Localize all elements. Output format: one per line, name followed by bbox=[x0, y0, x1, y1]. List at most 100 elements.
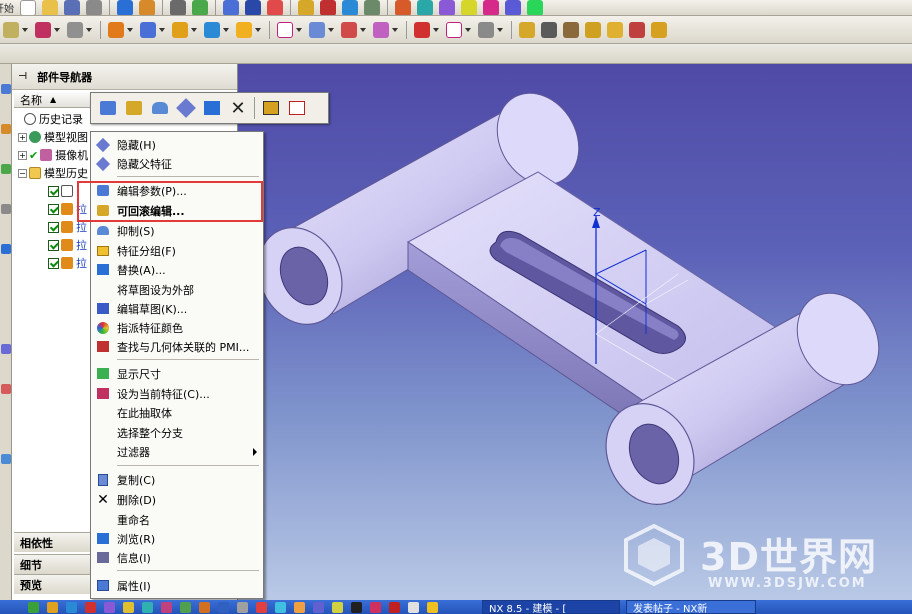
chevron-down-icon[interactable] bbox=[433, 27, 439, 32]
tree-item-cameras[interactable]: + ✔ 摄像机 bbox=[18, 146, 88, 164]
tree-item-history[interactable]: 历史记录 bbox=[24, 110, 83, 128]
tree-item-model-history[interactable]: − 模型历史 bbox=[18, 164, 88, 182]
quick-launch-icon[interactable] bbox=[47, 601, 58, 613]
menu-item-edit-sketch[interactable]: 编辑草图(K)... bbox=[91, 299, 263, 318]
quick-launch-icon[interactable] bbox=[427, 601, 438, 613]
quick-launch-icon[interactable] bbox=[256, 601, 267, 613]
checkbox[interactable] bbox=[48, 221, 59, 233]
edit-params-icon[interactable] bbox=[97, 97, 119, 119]
menu-item-replace[interactable]: 替换(A)... bbox=[91, 260, 263, 279]
hole-icon[interactable] bbox=[140, 21, 156, 38]
new-file-icon[interactable] bbox=[20, 0, 36, 15]
menu-item-copy[interactable]: 复制(C) bbox=[91, 470, 263, 489]
wave-icon[interactable] bbox=[651, 21, 667, 38]
resource-tab-icon[interactable] bbox=[1, 124, 11, 134]
quick-launch-icon[interactable] bbox=[408, 601, 419, 613]
chevron-down-icon[interactable] bbox=[360, 27, 366, 32]
menu-item-suppress[interactable]: 抑制(S) bbox=[91, 221, 263, 240]
chevron-down-icon[interactable] bbox=[497, 27, 503, 32]
save-icon[interactable] bbox=[64, 0, 80, 15]
hide-icon[interactable] bbox=[175, 97, 197, 119]
tree-item-extrude-3[interactable]: 拉 bbox=[48, 236, 87, 254]
resource-tab-icon[interactable] bbox=[1, 164, 11, 174]
measure-icon[interactable] bbox=[417, 0, 433, 15]
pocket-icon[interactable] bbox=[204, 21, 220, 38]
filter-icon[interactable] bbox=[461, 0, 477, 15]
display-icon[interactable] bbox=[483, 0, 499, 15]
tree-item-extrude-4[interactable]: 拉 bbox=[48, 254, 87, 272]
menu-item-properties[interactable]: 属性(I) bbox=[91, 576, 263, 595]
quick-launch-icon[interactable] bbox=[161, 601, 172, 613]
chevron-down-icon[interactable] bbox=[191, 27, 197, 32]
menu-item-select-branch[interactable]: 选择整个分支 bbox=[91, 423, 263, 442]
quick-launch-icon[interactable] bbox=[313, 601, 324, 613]
rect-icon[interactable] bbox=[277, 21, 293, 38]
quick-launch-icon[interactable] bbox=[370, 601, 381, 613]
sketch-icon[interactable] bbox=[3, 21, 19, 38]
taskbar-task-nx[interactable]: NX 8.5 - 建模 - [ bbox=[482, 600, 620, 614]
chevron-down-icon[interactable] bbox=[328, 27, 334, 32]
resource-tab-icon[interactable] bbox=[1, 384, 11, 394]
resource-tab-icon[interactable] bbox=[1, 84, 11, 94]
checkbox[interactable] bbox=[48, 257, 59, 269]
chevron-down-icon[interactable] bbox=[223, 27, 229, 32]
move-icon[interactable] bbox=[192, 0, 208, 15]
layer-icon[interactable] bbox=[505, 0, 521, 15]
quick-launch-icon[interactable] bbox=[351, 601, 362, 613]
jump-icon[interactable] bbox=[286, 97, 308, 119]
expand-icon[interactable]: + bbox=[18, 150, 27, 160]
quick-launch-icon[interactable] bbox=[66, 601, 77, 613]
menu-item-delete[interactable]: ✕ 删除(D) bbox=[91, 490, 263, 509]
add-component-icon[interactable] bbox=[585, 21, 601, 38]
quick-launch-icon[interactable] bbox=[275, 601, 286, 613]
assembly-icon[interactable] bbox=[519, 21, 535, 38]
chevron-down-icon[interactable] bbox=[86, 27, 92, 32]
checkbox[interactable] bbox=[48, 185, 59, 197]
tree-item-sketch[interactable] bbox=[48, 182, 76, 200]
quick-launch-icon[interactable] bbox=[294, 601, 305, 613]
block-icon[interactable] bbox=[236, 21, 252, 38]
menu-item-rename[interactable]: 重命名 bbox=[91, 510, 263, 529]
menu-item-assign-color[interactable]: 指派特征颜色 bbox=[91, 318, 263, 337]
arc-icon[interactable] bbox=[478, 21, 494, 38]
pin-icon[interactable]: ⊣ bbox=[18, 71, 27, 82]
undo-icon[interactable] bbox=[117, 0, 133, 15]
extrude-icon[interactable] bbox=[108, 21, 124, 38]
suppress-icon[interactable] bbox=[149, 97, 171, 119]
pentagon-icon[interactable] bbox=[446, 21, 462, 38]
open-file-icon[interactable] bbox=[42, 0, 58, 15]
start-menu-label[interactable]: 开始 bbox=[0, 0, 14, 15]
snap-icon[interactable] bbox=[342, 0, 358, 15]
menu-item-info[interactable]: 信息(I) bbox=[91, 548, 263, 567]
menu-item-find-pmi[interactable]: 查找与几何体关联的 PMI... bbox=[91, 337, 263, 356]
abc-icon[interactable] bbox=[439, 0, 455, 15]
resource-tab-icon[interactable] bbox=[1, 454, 11, 464]
quick-launch-icon[interactable] bbox=[123, 601, 134, 613]
chevron-down-icon[interactable] bbox=[54, 27, 60, 32]
chevron-down-icon[interactable] bbox=[392, 27, 398, 32]
quick-launch-icon[interactable] bbox=[332, 601, 343, 613]
quick-launch-icon[interactable] bbox=[199, 601, 210, 613]
menu-item-show-dimension[interactable]: 显示尺寸 bbox=[91, 364, 263, 383]
constraint-icon[interactable] bbox=[563, 21, 579, 38]
rollback-edit-icon[interactable] bbox=[123, 97, 145, 119]
quick-launch-icon[interactable] bbox=[237, 601, 248, 613]
view-icon[interactable] bbox=[527, 0, 543, 15]
redo-icon[interactable] bbox=[139, 0, 155, 15]
chevron-down-icon[interactable] bbox=[159, 27, 165, 32]
quick-launch-icon[interactable] bbox=[142, 601, 153, 613]
expand-icon[interactable]: + bbox=[18, 132, 27, 142]
menu-item-hide-parent[interactable]: 隐藏父特征 bbox=[91, 154, 263, 173]
checkbox[interactable] bbox=[48, 203, 59, 215]
resource-tab-icon[interactable] bbox=[1, 344, 11, 354]
menu-item-hide[interactable]: 隐藏(H) bbox=[91, 135, 263, 154]
close-icon[interactable]: ✕ bbox=[227, 97, 249, 119]
menu-item-filter[interactable]: 过滤器 bbox=[91, 442, 263, 461]
menu-item-set-current[interactable]: 设为当前特征(C)... bbox=[91, 384, 263, 403]
tree-item-model-views[interactable]: + 模型视图 bbox=[18, 128, 88, 146]
quick-launch-icon[interactable] bbox=[218, 601, 229, 613]
menu-item-feature-group[interactable]: 特征分组(F) bbox=[91, 241, 263, 260]
resource-tab-icon[interactable] bbox=[1, 204, 11, 214]
chevron-down-icon[interactable] bbox=[465, 27, 471, 32]
menu-item-browse[interactable]: 浏览(R) bbox=[91, 529, 263, 548]
